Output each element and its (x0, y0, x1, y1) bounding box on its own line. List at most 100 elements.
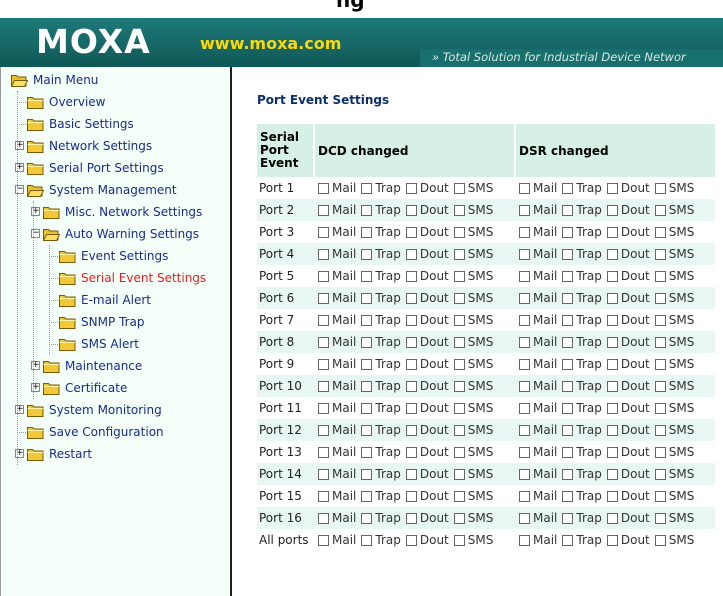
checkbox-box[interactable] (361, 292, 373, 304)
dsr-sms-checkbox[interactable]: SMS (654, 423, 694, 437)
dsr-mail-checkbox[interactable]: Mail (519, 379, 557, 393)
dcd-sms-checkbox[interactable]: SMS (453, 313, 493, 327)
dcd-mail-checkbox[interactable]: Mail (318, 445, 356, 459)
dsr-mail-checkbox[interactable]: Mail (519, 511, 557, 525)
checkbox-box[interactable] (361, 446, 373, 458)
checkbox-box[interactable] (606, 314, 618, 326)
checkbox-box[interactable] (405, 226, 417, 238)
dcd-dout-checkbox[interactable]: Dout (405, 401, 449, 415)
checkbox-box[interactable] (654, 402, 666, 414)
dsr-dout-checkbox[interactable]: Dout (606, 335, 650, 349)
checkbox-box[interactable] (606, 336, 618, 348)
dcd-sms-checkbox[interactable]: SMS (453, 467, 493, 481)
checkbox-box[interactable] (519, 424, 530, 436)
dcd-sms-checkbox[interactable]: SMS (453, 445, 493, 459)
dsr-trap-checkbox[interactable]: Trap (562, 247, 602, 261)
dsr-sms-checkbox[interactable]: SMS (654, 269, 694, 283)
dcd-trap-checkbox[interactable]: Trap (361, 291, 401, 305)
checkbox-box[interactable] (654, 248, 666, 260)
dcd-sms-checkbox[interactable]: SMS (453, 181, 493, 195)
checkbox-box[interactable] (562, 204, 574, 216)
dsr-mail-checkbox[interactable]: Mail (519, 445, 557, 459)
checkbox-box[interactable] (654, 270, 666, 282)
dcd-dout-checkbox[interactable]: Dout (405, 269, 449, 283)
checkbox-box[interactable] (453, 182, 465, 194)
checkbox-box[interactable] (318, 468, 329, 480)
checkbox-box[interactable] (654, 358, 666, 370)
checkbox-box[interactable] (519, 182, 530, 194)
dsr-trap-checkbox[interactable]: Trap (562, 533, 602, 547)
dsr-mail-checkbox[interactable]: Mail (519, 335, 557, 349)
checkbox-box[interactable] (654, 446, 666, 458)
dsr-dout-checkbox[interactable]: Dout (606, 181, 650, 195)
checkbox-box[interactable] (519, 248, 530, 260)
checkbox-box[interactable] (519, 402, 530, 414)
dsr-trap-checkbox[interactable]: Trap (562, 401, 602, 415)
checkbox-box[interactable] (519, 204, 530, 216)
dcd-trap-checkbox[interactable]: Trap (361, 401, 401, 415)
checkbox-box[interactable] (562, 424, 574, 436)
dcd-dout-checkbox[interactable]: Dout (405, 357, 449, 371)
checkbox-box[interactable] (453, 468, 465, 480)
checkbox-box[interactable] (361, 182, 373, 194)
dsr-dout-checkbox[interactable]: Dout (606, 423, 650, 437)
sidebar-item-save-configuration[interactable]: Save Configuration (27, 421, 164, 443)
dcd-sms-checkbox[interactable]: SMS (453, 203, 493, 217)
checkbox-box[interactable] (606, 402, 618, 414)
dcd-mail-checkbox[interactable]: Mail (318, 335, 356, 349)
checkbox-box[interactable] (361, 468, 373, 480)
dcd-dout-checkbox[interactable]: Dout (405, 467, 449, 481)
dsr-mail-checkbox[interactable]: Mail (519, 423, 557, 437)
dcd-mail-checkbox[interactable]: Mail (318, 247, 356, 261)
checkbox-box[interactable] (405, 512, 417, 524)
dsr-trap-checkbox[interactable]: Trap (562, 181, 602, 195)
dcd-trap-checkbox[interactable]: Trap (361, 357, 401, 371)
dcd-sms-checkbox[interactable]: SMS (453, 335, 493, 349)
dsr-sms-checkbox[interactable]: SMS (654, 533, 694, 547)
checkbox-box[interactable] (453, 358, 465, 370)
dsr-dout-checkbox[interactable]: Dout (606, 489, 650, 503)
dcd-mail-checkbox[interactable]: Mail (318, 423, 356, 437)
checkbox-box[interactable] (519, 336, 530, 348)
dcd-mail-checkbox[interactable]: Mail (318, 269, 356, 283)
checkbox-box[interactable] (318, 182, 329, 194)
checkbox-box[interactable] (519, 468, 530, 480)
dsr-dout-checkbox[interactable]: Dout (606, 269, 650, 283)
dcd-trap-checkbox[interactable]: Trap (361, 379, 401, 393)
checkbox-box[interactable] (562, 182, 574, 194)
checkbox-box[interactable] (606, 226, 618, 238)
dsr-dout-checkbox[interactable]: Dout (606, 511, 650, 525)
checkbox-box[interactable] (519, 358, 530, 370)
dsr-mail-checkbox[interactable]: Mail (519, 181, 557, 195)
dcd-mail-checkbox[interactable]: Mail (318, 489, 356, 503)
checkbox-box[interactable] (606, 292, 618, 304)
dsr-mail-checkbox[interactable]: Mail (519, 225, 557, 239)
dcd-sms-checkbox[interactable]: SMS (453, 423, 493, 437)
dsr-dout-checkbox[interactable]: Dout (606, 313, 650, 327)
dsr-sms-checkbox[interactable]: SMS (654, 489, 694, 503)
dsr-dout-checkbox[interactable]: Dout (606, 467, 650, 481)
dsr-trap-checkbox[interactable]: Trap (562, 423, 602, 437)
checkbox-box[interactable] (453, 248, 465, 260)
checkbox-box[interactable] (606, 424, 618, 436)
dsr-trap-checkbox[interactable]: Trap (562, 511, 602, 525)
dsr-dout-checkbox[interactable]: Dout (606, 247, 650, 261)
checkbox-box[interactable] (606, 204, 618, 216)
checkbox-box[interactable] (654, 380, 666, 392)
dcd-dout-checkbox[interactable]: Dout (405, 291, 449, 305)
dcd-trap-checkbox[interactable]: Trap (361, 445, 401, 459)
dcd-dout-checkbox[interactable]: Dout (405, 313, 449, 327)
checkbox-box[interactable] (318, 380, 329, 392)
dsr-trap-checkbox[interactable]: Trap (562, 357, 602, 371)
checkbox-box[interactable] (562, 490, 574, 502)
dsr-dout-checkbox[interactable]: Dout (606, 357, 650, 371)
checkbox-box[interactable] (654, 204, 666, 216)
checkbox-box[interactable] (318, 314, 329, 326)
checkbox-box[interactable] (405, 468, 417, 480)
checkbox-box[interactable] (519, 380, 530, 392)
dcd-dout-checkbox[interactable]: Dout (405, 379, 449, 393)
dsr-mail-checkbox[interactable]: Mail (519, 357, 557, 371)
dsr-sms-checkbox[interactable]: SMS (654, 313, 694, 327)
dsr-mail-checkbox[interactable]: Mail (519, 401, 557, 415)
sidebar-item-restart[interactable]: Restart (27, 443, 92, 465)
